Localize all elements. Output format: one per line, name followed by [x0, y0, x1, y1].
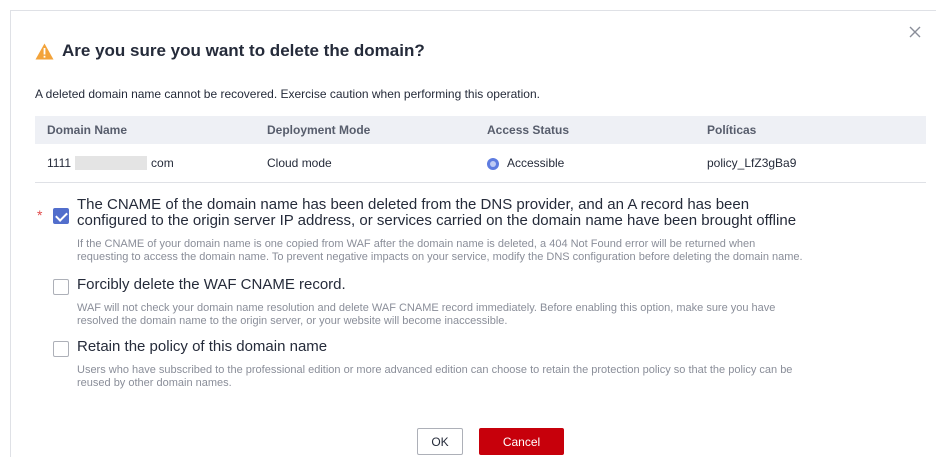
cell-domain-name: 1111 com [35, 144, 255, 183]
force-delete-cname-help-line1: WAF will not check your domain name reso… [77, 302, 776, 314]
confirm-cname-deleted-label-line1: The CNAME of the domain name has been de… [77, 196, 750, 213]
retain-policy-label: Retain the policy of this domain name [77, 338, 328, 355]
cell-deployment-mode: Cloud mode [255, 144, 475, 183]
retain-policy-help-line2: reused by other domain names. [77, 377, 232, 389]
force-delete-cname-checkbox[interactable] [53, 279, 69, 295]
dialog-description: A deleted domain name cannot be recovere… [35, 87, 540, 101]
table-header-row: Domain Name Deployment Mode Access Statu… [35, 116, 926, 144]
column-header-access-status: Access Status [475, 116, 695, 144]
delete-domain-dialog: Are you sure you want to delete the doma… [10, 10, 936, 457]
cell-access-status: Accessible [475, 144, 695, 183]
confirm-cname-deleted-help-line2: requesting to access the domain name. To… [77, 251, 803, 263]
force-delete-cname-label: Forcibly delete the WAF CNAME record. [77, 276, 346, 293]
column-header-deployment-mode: Deployment Mode [255, 116, 475, 144]
access-status-text: Accessible [507, 156, 565, 170]
dialog-header: Are you sure you want to delete the doma… [35, 41, 425, 61]
warning-icon [35, 43, 54, 60]
table-row: 1111 com Cloud mode Accessible policy_LfZ… [35, 144, 926, 183]
retain-policy-help-line1: Users who have subscribed to the profess… [77, 364, 793, 376]
column-header-domain-name: Domain Name [35, 116, 255, 144]
confirm-cname-deleted-help-line1: If the CNAME of your domain name is one … [77, 238, 756, 250]
domain-table: Domain Name Deployment Mode Access Statu… [35, 116, 926, 183]
domain-suffix: com [151, 155, 174, 170]
dialog-title: Are you sure you want to delete the doma… [62, 41, 425, 60]
retain-policy-checkbox[interactable] [53, 341, 69, 357]
cancel-button[interactable]: Cancel [479, 428, 564, 455]
force-delete-cname-help-line2: resolved the domain name to the origin s… [77, 315, 508, 327]
confirm-cname-deleted-label-line2: configured to the origin server IP addre… [77, 212, 797, 229]
close-icon[interactable] [908, 25, 922, 39]
confirm-cname-deleted-checkbox[interactable] [53, 208, 69, 224]
ok-button[interactable]: OK [417, 428, 463, 455]
domain-prefix: 1111 [47, 155, 72, 170]
cell-policy: policy_LfZ3gBa9 [695, 144, 926, 183]
status-dot-icon [487, 157, 499, 170]
column-header-policies: Políticas [695, 116, 926, 144]
required-mark: * [37, 207, 43, 223]
redacted-block [75, 156, 148, 171]
